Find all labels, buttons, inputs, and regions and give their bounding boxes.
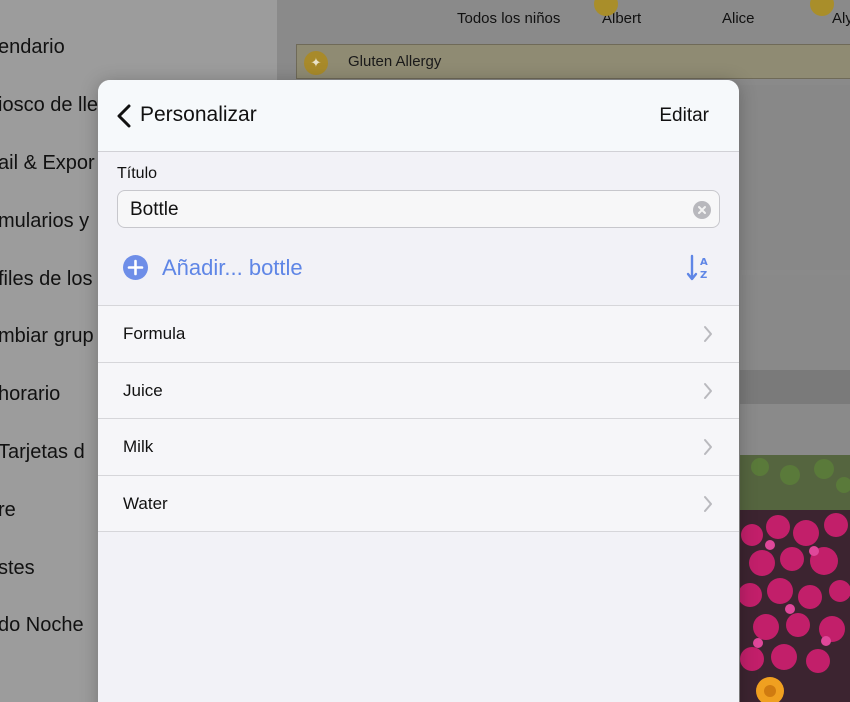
popover-nav-bar: Personalizar Editar	[98, 80, 739, 152]
sidebar-item-horario[interactable]: horario	[0, 383, 60, 406]
chevron-left-icon[interactable]	[116, 104, 134, 128]
chevron-right-icon	[703, 382, 713, 400]
kid-header-albert[interactable]: Albert	[594, 0, 641, 27]
sort-az-icon[interactable]: A Z	[686, 253, 714, 283]
sidebar-item-email-export[interactable]: ail & Expor	[0, 152, 95, 175]
kid-header-aly[interactable]: Aly	[810, 0, 850, 27]
customize-popover: Personalizar Editar Título Bottle Añadir…	[98, 80, 739, 702]
background-panel	[740, 85, 850, 270]
chevron-right-icon	[703, 325, 713, 343]
sidebar-item-ajustes[interactable]: stes	[0, 557, 35, 580]
sidebar-item-cambiar-grupo[interactable]: mbiar grup	[0, 325, 94, 348]
plus-circle-icon	[123, 255, 148, 280]
kid-header-alice[interactable]: Alice	[722, 10, 755, 27]
kid-name: Aly	[832, 10, 850, 27]
background-panel	[740, 370, 850, 404]
add-item-label: Añadir... bottle	[162, 255, 303, 280]
clear-circle-icon[interactable]	[693, 201, 711, 219]
list-item-label: Juice	[123, 380, 163, 400]
list-item-milk[interactable]: Milk	[98, 419, 739, 476]
title-field-value: Bottle	[130, 199, 179, 220]
list-item-water[interactable]: Water	[98, 476, 739, 532]
title-field[interactable]: Bottle	[117, 190, 720, 228]
background-panel	[740, 275, 850, 370]
item-list: Formula Juice Milk Water	[98, 305, 739, 532]
sidebar-item-calendario[interactable]: endario	[0, 36, 65, 59]
allergy-icon: ✦	[304, 51, 328, 75]
edit-button[interactable]: Editar	[659, 105, 709, 127]
sidebar-item-kiosco[interactable]: iosco de lle	[0, 94, 98, 117]
list-item-juice[interactable]: Juice	[98, 363, 739, 419]
page-title: Personalizar	[140, 103, 257, 126]
chevron-right-icon	[703, 438, 713, 456]
svg-text:A: A	[700, 257, 708, 268]
kid-filter-all[interactable]: Todos los niños	[457, 10, 560, 27]
list-item-label: Water	[123, 493, 168, 513]
sidebar-item-noche[interactable]: do Noche	[0, 614, 84, 637]
list-item-label: Milk	[123, 437, 154, 456]
sidebar-item-formularios[interactable]: mularios y	[0, 210, 89, 233]
list-item-formula[interactable]: Formula	[98, 306, 739, 363]
svg-text:Z: Z	[700, 270, 707, 281]
flower-photo	[740, 455, 850, 702]
chevron-right-icon	[703, 495, 713, 513]
allergy-label: Gluten Allergy	[348, 53, 442, 70]
sidebar-item-perfiles[interactable]: files de los	[0, 268, 93, 291]
list-item-label: Formula	[123, 324, 186, 343]
sidebar-item-re[interactable]: re	[0, 499, 16, 522]
sidebar-item-tarjetas[interactable]: Tarjetas d	[0, 441, 85, 464]
title-label: Título	[117, 165, 158, 182]
add-item-row[interactable]: Añadir... bottle A Z	[98, 248, 739, 306]
